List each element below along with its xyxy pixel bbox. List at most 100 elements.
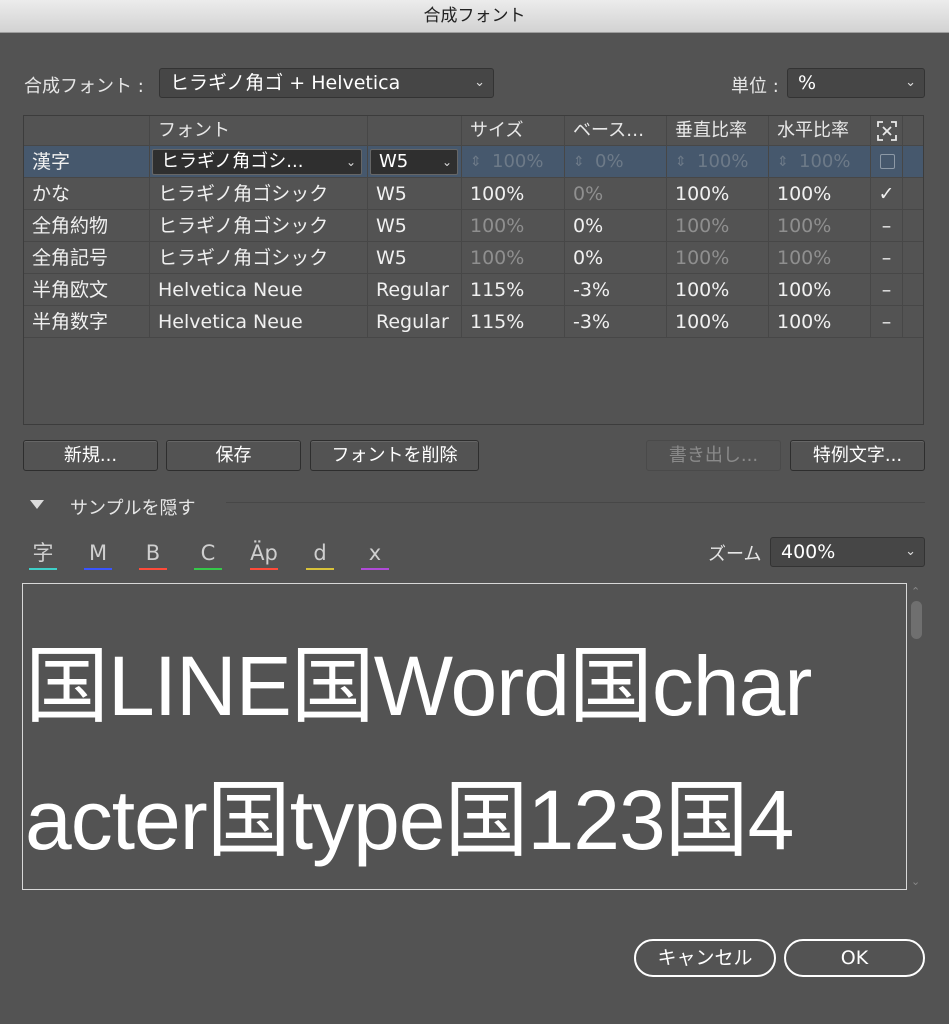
zoom-label: ズーム	[708, 544, 762, 565]
row-baseline: 0%	[564, 178, 666, 209]
row-hscale: 100%	[768, 306, 870, 337]
dash-icon: –	[870, 242, 902, 273]
baseline-icon[interactable]: B	[139, 540, 167, 570]
header-vertical-scale: 垂直比率	[666, 116, 768, 145]
kanji-baseline-stepper[interactable]: ⇕ 0%	[564, 146, 666, 177]
window-title: 合成フォント	[0, 0, 949, 33]
disclosure-triangle-icon[interactable]	[30, 500, 44, 509]
zoom-select[interactable]: 400% ⌄	[770, 537, 925, 567]
header-name	[24, 116, 149, 145]
sample-preview: 国LINE国Word国char acter国type国123国4	[22, 583, 907, 890]
table-header: フォント サイズ ベース… 垂直比率 水平比率	[24, 116, 923, 146]
header-style	[367, 116, 461, 145]
dash-icon: –	[870, 274, 902, 305]
kanji-style-select[interactable]: W5 ⌄	[370, 149, 458, 175]
row-hscale: 100%	[768, 210, 870, 241]
kanji-vscale-stepper[interactable]: ⇕ 100%	[666, 146, 768, 177]
sample-text-line-2: acter国type国123国4	[25, 773, 794, 867]
chevron-down-icon: ⌄	[345, 155, 356, 169]
sample-scrollbar[interactable]: ⌃ ⌄	[908, 583, 925, 890]
row-spacer	[902, 210, 923, 241]
row-vscale: 100%	[666, 210, 768, 241]
row-hscale: 100%	[768, 274, 870, 305]
table-row[interactable]: 半角欧文 Helvetica Neue Regular 115% -3% 100…	[24, 274, 923, 306]
unit-label: 単位 :	[731, 76, 779, 97]
row-baseline: 0%	[564, 210, 666, 241]
row-baseline: -3%	[564, 274, 666, 305]
row-vscale: 100%	[666, 178, 768, 209]
exceptions-button[interactable]: 特例文字...	[790, 440, 925, 471]
kanji-baseline-value: 0%	[595, 151, 624, 172]
row-spacer	[902, 146, 923, 177]
row-hscale: 100%	[768, 242, 870, 273]
header-baseline: ベース…	[564, 116, 666, 145]
cancel-button[interactable]: キャンセル	[634, 939, 776, 977]
row-spacer	[902, 178, 923, 209]
kanji-size-value: 100%	[492, 151, 544, 172]
checkmark-icon: ✓	[870, 178, 902, 209]
guide-icon-glyph: C	[200, 541, 216, 565]
ideographic-box-icon[interactable]: d	[306, 540, 334, 570]
guide-color-line	[139, 568, 167, 570]
row-name: 半角数字	[32, 311, 109, 333]
scroll-down-icon[interactable]: ⌄	[911, 875, 920, 888]
row-spacer	[902, 306, 923, 337]
kanji-hscale-stepper[interactable]: ⇕ 100%	[768, 146, 870, 177]
chevron-down-icon: ⌄	[905, 544, 916, 559]
guide-color-line	[361, 568, 389, 570]
kanji-fit-cell	[870, 146, 902, 177]
row-font-cell: ヒラギノ角ゴシ... ⌄	[149, 146, 367, 177]
table-row[interactable]: 全角記号 ヒラギノ角ゴシック W5 100% 0% 100% 100% –	[24, 242, 923, 274]
unit-value: %	[798, 72, 817, 94]
dash-icon: –	[870, 210, 902, 241]
header-fit[interactable]	[870, 116, 902, 145]
scroll-thumb[interactable]	[911, 601, 922, 639]
kanji-size-stepper[interactable]: ⇕ 100%	[461, 146, 564, 177]
dash-icon: –	[870, 306, 902, 337]
kanji-font-value: ヒラギノ角ゴシ...	[161, 151, 304, 172]
ok-button[interactable]: OK	[784, 939, 925, 977]
row-name: 半角欧文	[32, 279, 109, 301]
guide-icon-glyph: x	[368, 541, 382, 565]
row-name: かな	[32, 183, 71, 205]
table-row[interactable]: かな ヒラギノ角ゴシック W5 100% 0% 100% 100% ✓	[24, 178, 923, 210]
row-style: Regular	[367, 306, 461, 337]
header-spacer	[902, 116, 923, 145]
composite-font-select[interactable]: ヒラギノ角ゴ + Helvetica ⌄	[159, 68, 494, 98]
table-row[interactable]: 全角約物 ヒラギノ角ゴシック W5 100% 0% 100% 100% –	[24, 210, 923, 242]
chevron-down-icon: ⌄	[474, 75, 485, 90]
x-height-icon[interactable]: x	[361, 540, 389, 570]
row-vscale: 100%	[666, 306, 768, 337]
header-size: サイズ	[461, 116, 564, 145]
hide-sample-toggle[interactable]: サンプルを隠す	[70, 494, 195, 520]
scroll-up-icon[interactable]: ⌃	[911, 585, 920, 598]
row-style: W5	[367, 210, 461, 241]
row-font: Helvetica Neue	[149, 274, 367, 305]
stepper-arrows-icon: ⇕	[675, 154, 687, 170]
row-font: ヒラギノ角ゴシック	[149, 178, 367, 209]
row-vscale: 100%	[666, 242, 768, 273]
new-button[interactable]: 新規...	[23, 440, 158, 471]
kanji-fit-checkbox[interactable]	[880, 154, 895, 169]
x-height-center-icon[interactable]: C	[194, 540, 222, 570]
save-button[interactable]: 保存	[166, 440, 301, 471]
guide-icon-glyph: B	[145, 541, 161, 565]
guide-color-line	[84, 568, 112, 570]
kanji-font-select[interactable]: ヒラギノ角ゴシ... ⌄	[152, 149, 362, 175]
export-button[interactable]: 書き出し...	[646, 440, 781, 471]
row-style-cell: W5 ⌄	[367, 146, 461, 177]
unit-select[interactable]: % ⌄	[787, 68, 925, 98]
guide-icon-glyph: Äp	[250, 541, 278, 565]
em-box-icon[interactable]: 字	[29, 540, 57, 570]
table-row[interactable]: 半角数字 Helvetica Neue Regular 115% -3% 100…	[24, 306, 923, 338]
row-font: ヒラギノ角ゴシック	[149, 210, 367, 241]
row-name: 全角記号	[32, 247, 109, 269]
cap-height-icon[interactable]: M	[84, 540, 112, 570]
delete-font-button[interactable]: フォントを削除	[310, 440, 479, 471]
row-style: Regular	[367, 274, 461, 305]
ascent-descent-icon[interactable]: Äp	[250, 540, 278, 570]
table-row-kanji[interactable]: 漢字 ヒラギノ角ゴシ... ⌄ W5 ⌄ ⇕ 100% ⇕ 0% ⇕ 100% …	[24, 146, 923, 178]
row-font: ヒラギノ角ゴシック	[149, 242, 367, 273]
chevron-down-icon: ⌄	[905, 75, 916, 90]
section-divider	[226, 502, 925, 503]
